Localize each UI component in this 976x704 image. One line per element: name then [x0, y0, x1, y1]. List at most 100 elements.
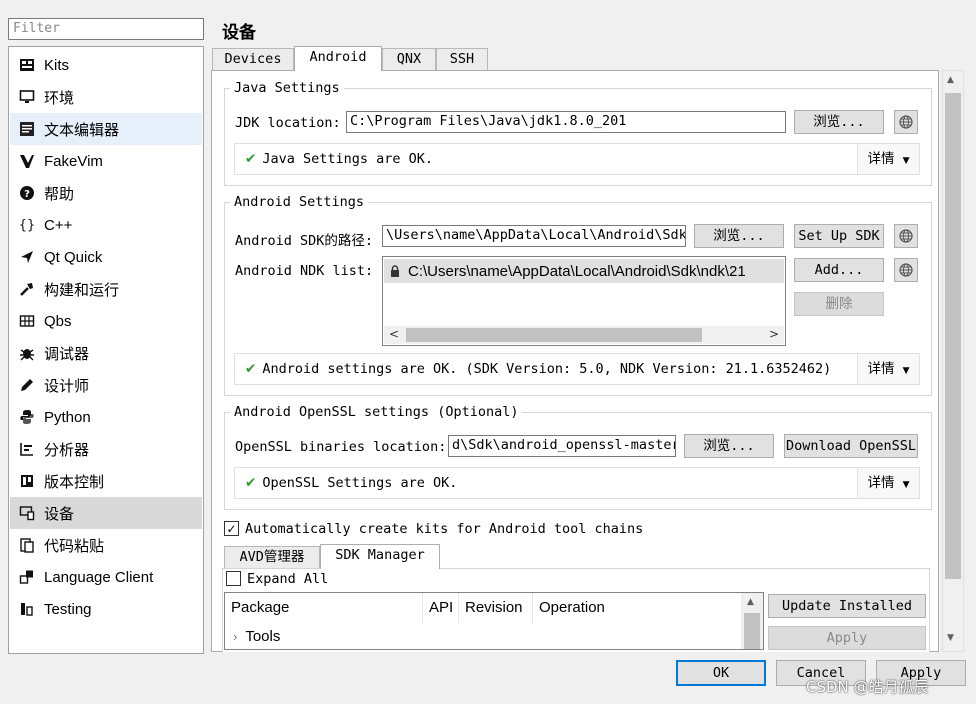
ndk-download-button[interactable] [894, 258, 918, 282]
sidebar-item-debugger[interactable]: 调试器 [10, 337, 202, 369]
ndk-list-label: Android NDK list: [235, 263, 374, 279]
openssl-browse-button[interactable]: 浏览... [684, 434, 774, 458]
scrollbar-thumb[interactable] [945, 93, 961, 579]
sidebar-item-python[interactable]: Python [10, 401, 202, 433]
sdk-path-field[interactable]: \Users\name\AppData\Local\Android\Sdk [382, 225, 686, 247]
expand-all-label: Expand All [247, 571, 329, 587]
column-header-operation[interactable]: Operation [533, 593, 741, 623]
sidebar-item-analyzer[interactable]: 分析器 [10, 433, 202, 465]
scrollbar-thumb[interactable] [744, 613, 760, 649]
jdk-download-button[interactable] [894, 110, 918, 134]
sidebar-item-kits[interactable]: Kits [10, 49, 202, 81]
jdk-location-field[interactable]: C:\Program Files\Java\jdk1.8.0_201 [346, 111, 786, 133]
expand-all-checkbox[interactable] [226, 571, 241, 586]
dropdown-arrow-icon: ▼ [902, 480, 910, 490]
sidebar-item-devices[interactable]: 设备 [10, 497, 202, 529]
pen-icon [18, 376, 36, 394]
java-status-text: Java Settings are OK. [262, 151, 433, 167]
check-icon: ✔ [245, 361, 257, 377]
column-header-package[interactable]: Package [225, 593, 423, 623]
page-title: 设备 [222, 23, 256, 43]
sidebar-item-code-paster[interactable]: 代码粘贴 [10, 529, 202, 561]
android-details-button[interactable]: 详情 ▼ [857, 354, 919, 384]
help-icon: ? [18, 184, 36, 202]
python-icon [18, 408, 36, 426]
table-row[interactable]: › Tools [225, 623, 741, 649]
sdk-browse-button[interactable]: 浏览... [694, 224, 784, 248]
sidebar-item-cpp[interactable]: {} C++ [10, 209, 202, 241]
sidebar-item-label: Python [44, 408, 91, 426]
column-header-revision[interactable]: Revision [459, 593, 533, 623]
sdk-download-button[interactable] [894, 224, 918, 248]
checkmark-icon: ✓ [226, 521, 237, 536]
column-header-api[interactable]: API [423, 593, 459, 623]
update-installed-button[interactable]: Update Installed [768, 594, 926, 618]
sidebar-item-label: 构建和运行 [44, 281, 120, 299]
setup-sdk-button[interactable]: Set Up SDK [794, 224, 884, 248]
sidebar-item-testing[interactable]: Testing [10, 593, 202, 625]
openssl-location-label: OpenSSL binaries location: [235, 439, 447, 455]
tab-android[interactable]: Android [294, 46, 382, 71]
sidebar-item-build-run[interactable]: 构建和运行 [10, 273, 202, 305]
check-icon: ✔ [245, 475, 257, 491]
android-status-text: Android settings are OK. (SDK Version: 5… [262, 361, 832, 377]
sidebar-item-fakevim[interactable]: FakeVim [10, 145, 202, 177]
sidebar-item-label: C++ [44, 216, 73, 234]
download-openssl-button[interactable]: Download OpenSSL [784, 434, 918, 458]
ndk-list[interactable]: C:\Users\name\AppData\Local\Android\Sdk\… [382, 256, 786, 346]
scroll-up-icon[interactable]: ▲ [947, 75, 954, 85]
sidebar-item-environment[interactable]: 环境 [10, 81, 202, 113]
ok-button[interactable]: OK [676, 660, 766, 686]
check-icon: ✔ [245, 151, 257, 167]
sidebar-item-help[interactable]: ? 帮助 [10, 177, 202, 209]
ndk-remove-button[interactable]: 删除 [794, 292, 884, 316]
tab-avd-manager[interactable]: AVD管理器 [224, 546, 320, 568]
tab-qnx[interactable]: QNX [382, 48, 436, 70]
horizontal-scrollbar[interactable]: < > [384, 326, 784, 344]
sidebar-item-language-client[interactable]: Language Client [10, 561, 202, 593]
sidebar-item-label: 分析器 [44, 441, 90, 459]
tab-sdk-manager[interactable]: SDK Manager [320, 544, 440, 569]
jdk-browse-button[interactable]: 浏览... [794, 110, 884, 134]
openssl-details-button[interactable]: 详情 ▼ [857, 468, 919, 498]
scrollbar-thumb[interactable] [406, 328, 702, 342]
qtquick-icon [18, 248, 36, 266]
bug-icon [18, 344, 36, 362]
testing-icon [18, 600, 36, 618]
sidebar-item-version-control[interactable]: 版本控制 [10, 465, 202, 497]
auto-create-kits-checkbox[interactable]: ✓ [224, 521, 239, 536]
sdk-package-table[interactable]: Package API Revision Operation › Tools ▲ [224, 592, 764, 650]
java-details-button[interactable]: 详情 ▼ [857, 144, 919, 174]
paste-icon [18, 536, 36, 554]
filter-input[interactable]: Filter [8, 18, 204, 40]
sidebar-item-label: Kits [44, 56, 70, 74]
sidebar-item-label: 帮助 [44, 185, 75, 203]
sidebar-item-designer[interactable]: 设计师 [10, 369, 202, 401]
scroll-right-icon[interactable]: > [769, 327, 779, 341]
openssl-location-field[interactable]: d\Sdk\android_openssl-master [448, 435, 676, 457]
vertical-scrollbar[interactable]: ▲ ▼ [942, 70, 964, 652]
sidebar-item-label: Qt Quick [44, 248, 103, 266]
table-vertical-scrollbar[interactable]: ▲ [741, 593, 763, 649]
scroll-down-icon[interactable]: ▼ [947, 633, 954, 643]
scroll-left-icon[interactable]: < [389, 327, 399, 341]
sidebar-item-label: 环境 [44, 89, 75, 107]
package-name: Tools [245, 627, 281, 645]
scroll-up-icon[interactable]: ▲ [747, 597, 754, 607]
sidebar-item-qtquick[interactable]: Qt Quick [10, 241, 202, 273]
tab-ssh[interactable]: SSH [436, 48, 488, 70]
text-editor-icon [18, 120, 36, 138]
sidebar-item-qbs[interactable]: Qbs [10, 305, 202, 337]
openssl-status-text: OpenSSL Settings are OK. [262, 475, 458, 491]
sidebar-item-text-editor[interactable]: 文本编辑器 [10, 113, 202, 145]
sidebar-item-label: Language Client [44, 568, 154, 586]
sdk-apply-button[interactable]: Apply [768, 626, 926, 650]
tab-devices[interactable]: Devices [212, 48, 294, 70]
sidebar-item-label: 设备 [44, 505, 75, 523]
expand-arrow-icon[interactable]: › [233, 629, 237, 644]
jdk-location-label: JDK location: [235, 115, 341, 131]
settings-category-list: Kits 环境 文本编辑器 FakeVim ? 帮助 {} C++ Qt Qui… [8, 46, 204, 654]
ndk-add-button[interactable]: Add... [794, 258, 884, 282]
list-item[interactable]: C:\Users\name\AppData\Local\Android\Sdk\… [384, 259, 784, 283]
sidebar-item-label: FakeVim [44, 152, 103, 170]
